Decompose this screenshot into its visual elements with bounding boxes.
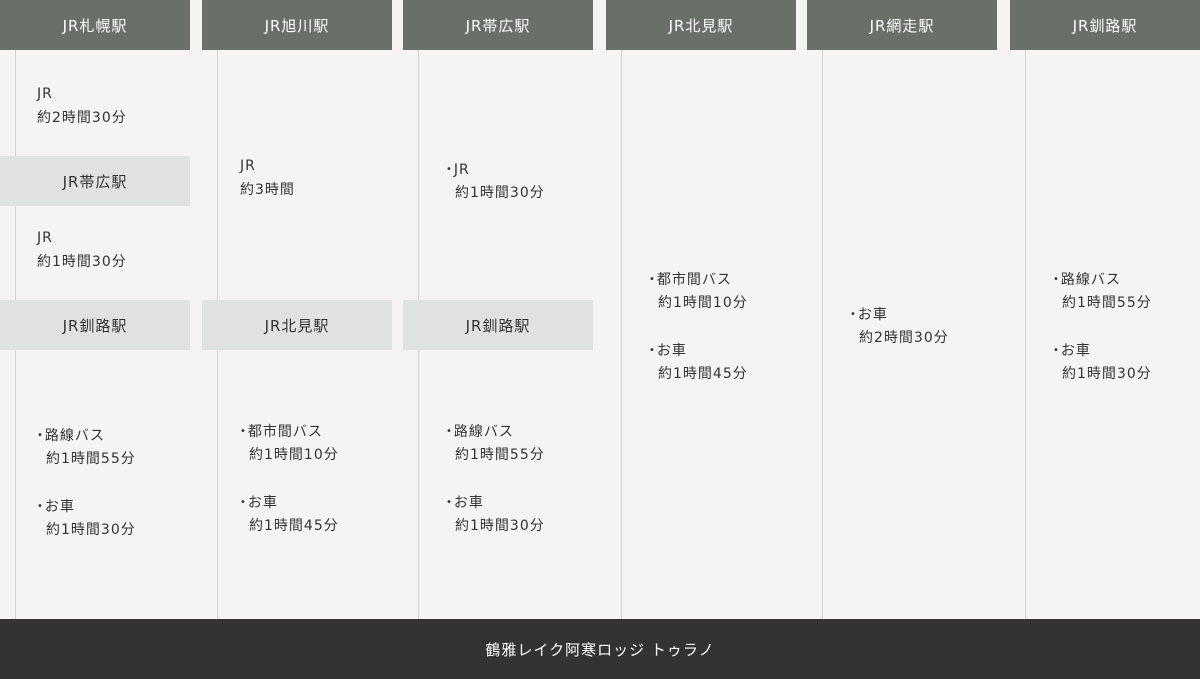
- bullet-icon: •: [240, 497, 247, 508]
- leg-mode: 路線バス: [44, 428, 105, 444]
- leg-mode: お車: [453, 495, 484, 511]
- leg-time: 約2時間30分: [859, 330, 949, 346]
- leg-mode: 都市間バス: [656, 272, 732, 288]
- leg-mode: JR: [453, 162, 470, 178]
- station-header-asahikawa: JR旭川駅: [202, 0, 392, 50]
- leg-mode: JR: [37, 230, 53, 246]
- leg-time: 約1時間30分: [46, 522, 136, 538]
- bullet-icon: •: [649, 274, 656, 285]
- leg-time: 約1時間45分: [249, 518, 339, 534]
- transfer-station-obihiro: JR帯広駅: [0, 156, 190, 206]
- route-line-kushiro: [1025, 50, 1026, 619]
- list-item: •お車 約1時間45分: [240, 491, 339, 538]
- list-item: •路線バス 約1時間55分: [1053, 268, 1152, 315]
- bullet-icon: •: [240, 426, 247, 437]
- leg-mode: お車: [656, 343, 687, 359]
- leg-time: 約3時間: [240, 182, 295, 198]
- final-legs-obihiro: •路線バス 約1時間55分 •お車 約1時間30分: [446, 420, 545, 538]
- leg-mode: JR: [37, 86, 53, 102]
- bullet-icon: •: [850, 309, 857, 320]
- transfer-station-kushiro-2: JR釧路駅: [403, 300, 593, 350]
- leg-time: 約2時間30分: [37, 110, 127, 126]
- leg-obihiro-kushiro: JR 約1時間30分: [37, 226, 127, 274]
- list-item: •都市間バス 約1時間10分: [649, 268, 748, 315]
- leg-time: 約1時間55分: [1062, 295, 1152, 311]
- list-item: •お車 約1時間30分: [1053, 339, 1152, 386]
- station-header-obihiro: JR帯広駅: [403, 0, 593, 50]
- leg-time: 約1時間30分: [37, 254, 127, 270]
- route-line-kitami: [621, 50, 622, 619]
- list-item: •路線バス 約1時間55分: [446, 420, 545, 467]
- station-header-abashiri: JR網走駅: [807, 0, 997, 50]
- list-item: •JR 約1時間30分: [446, 158, 545, 205]
- destination-banner: 鶴雅レイク阿寒ロッジ トゥラノ: [0, 619, 1200, 679]
- leg-time: 約1時間10分: [658, 295, 748, 311]
- station-header-sapporo: JR札幌駅: [0, 0, 190, 50]
- bullet-icon: •: [37, 430, 44, 441]
- leg-time: 約1時間55分: [46, 451, 136, 467]
- station-header-kushiro: JR釧路駅: [1010, 0, 1200, 50]
- bullet-icon: •: [446, 426, 453, 437]
- bullet-icon: •: [446, 497, 453, 508]
- leg-time: 約1時間55分: [455, 447, 545, 463]
- leg-mode: お車: [1060, 343, 1091, 359]
- leg-asahikawa-kitami: JR 約3時間: [240, 154, 295, 202]
- transfer-station-kushiro: JR釧路駅: [0, 300, 190, 350]
- list-item: •お車 約1時間30分: [37, 495, 136, 542]
- bullet-icon: •: [446, 164, 453, 175]
- leg-time: 約1時間45分: [658, 366, 748, 382]
- bullet-icon: •: [1053, 345, 1060, 356]
- bullet-icon: •: [1053, 274, 1060, 285]
- leg-time: 約1時間10分: [249, 447, 339, 463]
- list-item: •お車 約1時間30分: [446, 491, 545, 538]
- bullet-icon: •: [37, 501, 44, 512]
- leg-mode: お車: [247, 495, 278, 511]
- transfer-station-kitami: JR北見駅: [202, 300, 392, 350]
- list-item: •都市間バス 約1時間10分: [240, 420, 339, 467]
- leg-sapporo-obihiro: JR 約2時間30分: [37, 82, 127, 130]
- leg-mode: 都市間バス: [247, 424, 323, 440]
- leg-time: 約1時間30分: [455, 185, 545, 201]
- route-line-abashiri: [822, 50, 823, 619]
- list-item: •路線バス 約1時間55分: [37, 424, 136, 471]
- list-item: •お車 約1時間45分: [649, 339, 748, 386]
- leg-mode: お車: [857, 307, 888, 323]
- final-legs-kitami: •都市間バス 約1時間10分 •お車 約1時間45分: [649, 268, 748, 386]
- final-legs-asahikawa: •都市間バス 約1時間10分 •お車 約1時間45分: [240, 420, 339, 538]
- leg-mode: お車: [44, 499, 75, 515]
- leg-obihiro-kushiro-2: •JR 約1時間30分: [446, 158, 545, 205]
- station-header-kitami: JR北見駅: [606, 0, 796, 50]
- leg-time: 約1時間30分: [455, 518, 545, 534]
- leg-mode: 路線バス: [453, 424, 514, 440]
- final-legs-abashiri: •お車 約2時間30分: [850, 303, 949, 350]
- final-legs-sapporo: •路線バス 約1時間55分 •お車 約1時間30分: [37, 424, 136, 542]
- leg-time: 約1時間30分: [1062, 366, 1152, 382]
- leg-mode: 路線バス: [1060, 272, 1121, 288]
- leg-mode: JR: [240, 158, 256, 174]
- final-legs-kushiro: •路線バス 約1時間55分 •お車 約1時間30分: [1053, 268, 1152, 386]
- list-item: •お車 約2時間30分: [850, 303, 949, 350]
- bullet-icon: •: [649, 345, 656, 356]
